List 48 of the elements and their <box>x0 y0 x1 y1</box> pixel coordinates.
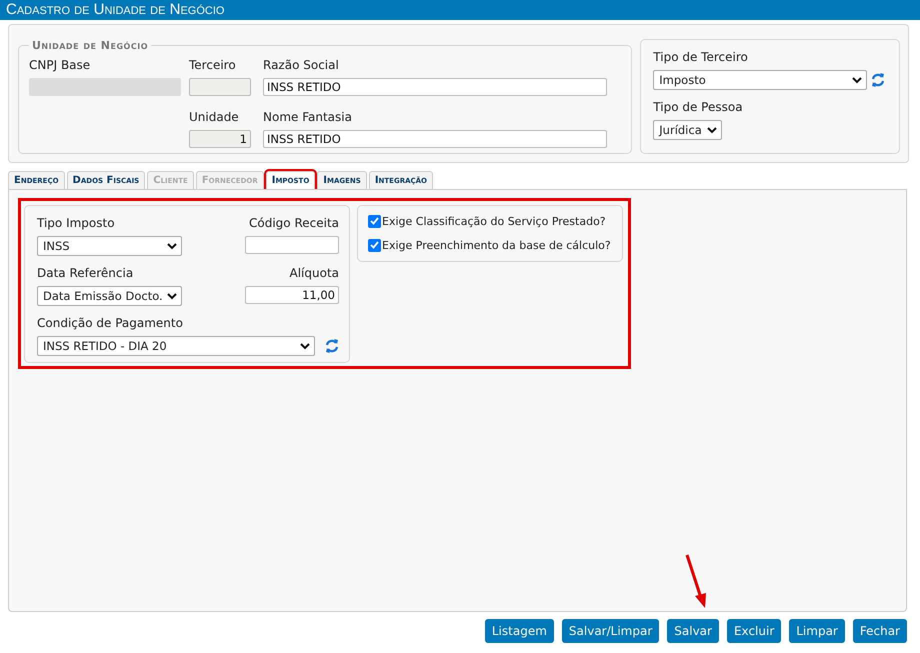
field-label: Unidade <box>189 109 240 126</box>
action-button[interactable]: Excluir <box>726 619 782 643</box>
tipo-imposto-select[interactable]: INSS <box>37 236 182 256</box>
tipo-terceiro-select[interactable]: Imposto <box>653 70 868 90</box>
field-label: Nome Fantasia <box>263 109 353 126</box>
caret-icon <box>707 126 718 134</box>
data-referencia-select[interactable]: Data Emissão Docto. <box>37 286 182 306</box>
action-button[interactable]: Salvar/Limpar <box>562 619 660 643</box>
field-label: Razão Social <box>263 57 340 74</box>
checkbox[interactable] <box>368 214 381 228</box>
refresh-icon[interactable] <box>871 72 886 88</box>
tipo-pessoa-select[interactable]: Jurídica <box>653 120 722 140</box>
field-label: CNPJ Base <box>29 57 92 74</box>
action-button[interactable]: Listagem <box>484 619 554 643</box>
field-label: Alíquota <box>290 265 339 282</box>
nome-fantasia-field[interactable]: INSS RETIDO <box>263 130 607 148</box>
field-label: Terceiro <box>189 57 237 74</box>
checkbox[interactable] <box>368 238 381 252</box>
field-label: Condição de Pagamento <box>37 315 184 332</box>
caret-icon <box>300 342 310 350</box>
tab[interactable]: Imagens <box>317 171 367 189</box>
caret-icon <box>167 292 177 300</box>
tab[interactable]: Endereço <box>8 171 65 189</box>
field-label: Tipo de Terceiro <box>653 49 749 66</box>
tab[interactable]: Dados Fiscais <box>66 171 146 189</box>
codigo-receita-field[interactable] <box>245 236 339 254</box>
refresh-icon[interactable] <box>325 338 339 354</box>
checkbox-option[interactable]: Exige Classificação do Serviço Prestado? <box>368 209 618 233</box>
aliquota-field[interactable]: 11,00 <box>245 286 339 304</box>
unidade-field[interactable]: 1 <box>189 130 251 148</box>
razao-social-field[interactable]: INSS RETIDO <box>263 78 607 96</box>
action-button[interactable]: Fechar <box>852 619 907 643</box>
checkbox-option[interactable]: Exige Preenchimento da base de cálculo? <box>368 233 618 257</box>
field-label: Tipo de Pessoa <box>653 99 744 116</box>
action-button[interactable]: Limpar <box>789 619 845 643</box>
condicao-pagamento-select[interactable]: INSS RETIDO - DIA 20 <box>37 336 315 356</box>
fieldset-legend: Unidade de Negócio <box>29 39 151 52</box>
tab[interactable]: Integração <box>368 171 434 189</box>
terceiro-field[interactable] <box>189 78 251 96</box>
action-button[interactable]: Salvar <box>667 619 719 643</box>
field-label: Código Receita <box>249 215 339 232</box>
cnpj-field[interactable] <box>29 78 181 96</box>
tab[interactable]: Imposto <box>266 171 316 189</box>
field-label: Data Referência <box>37 265 134 282</box>
caret-icon <box>852 76 862 84</box>
window-title: Cadastro de Unidade de Negócio <box>0 0 920 20</box>
caret-icon <box>167 242 177 250</box>
field-label: Tipo Imposto <box>37 215 115 232</box>
